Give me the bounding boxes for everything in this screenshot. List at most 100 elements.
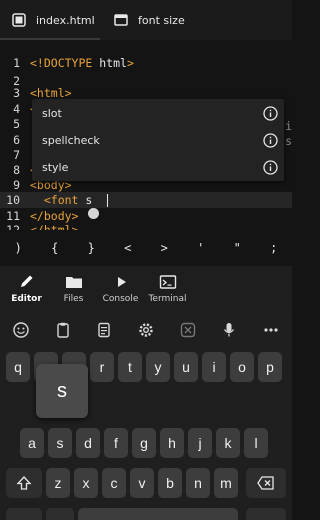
key-v[interactable]: v [130,468,154,498]
key-j[interactable]: j [188,428,212,458]
gear-icon[interactable] [137,321,155,339]
info-icon[interactable] [263,133,278,148]
key-s[interactable]: s [48,428,72,458]
key-h[interactable]: h [160,428,184,458]
line-number: 8 [13,163,20,177]
text-caret [107,194,108,207]
key-l[interactable]: l [244,428,268,458]
line-number: 12 [6,223,20,230]
backspace-key[interactable] [246,468,286,498]
autocomplete-popup: slot spellcheck style [32,99,284,181]
key-preview-popup: s [36,364,88,418]
folder-icon [65,274,83,290]
nav-terminal[interactable]: Terminal [145,266,190,312]
more-icon[interactable] [262,321,280,339]
tab-label: font size [138,13,185,27]
shift-key[interactable] [6,468,42,498]
symbol-key[interactable]: { [40,241,70,255]
code-token: > [126,56,134,70]
line-number: 7 [13,148,20,162]
key-q[interactable]: q [6,352,30,382]
key-n[interactable]: n [186,468,210,498]
tab-index-html[interactable]: index.html [0,0,100,40]
symbol-bar: ) { } < > ' " ; [0,233,292,263]
info-icon[interactable] [263,160,278,175]
emoji-key[interactable] [46,508,74,520]
line-number: 5 [13,117,20,131]
line-number: 6 [13,133,20,147]
tab-bar: index.html font size [0,0,292,40]
key-z[interactable]: z [46,468,70,498]
symbol-key[interactable]: " [222,241,252,255]
line-number: 1 [13,56,20,70]
key-u[interactable]: u [174,352,198,382]
suggestion-item[interactable]: slot [32,100,284,127]
key-m[interactable]: m [214,468,238,498]
key-y[interactable]: y [146,352,170,382]
line-number: 4 [13,102,20,116]
code-token: html [99,56,127,70]
emoji-icon[interactable] [12,321,30,339]
nav-label: Console [102,294,139,304]
symbol-key[interactable]: < [113,241,143,255]
code-line-1: <!DOCTYPE html> [30,56,134,70]
clipped-text: s [285,134,292,148]
tab-font-size[interactable]: font size [100,0,220,40]
key-b[interactable]: b [158,468,182,498]
code-token: <!DOCTYPE [30,56,100,70]
key-f[interactable]: f [104,428,128,458]
tab-label: index.html [36,13,95,27]
suggestion-item[interactable]: style [32,154,284,181]
symbols-key[interactable] [6,508,42,520]
key-i[interactable]: i [202,352,226,382]
info-icon[interactable] [263,106,278,121]
code-line-10: <font s [30,193,92,207]
nav-label: Editor [11,294,42,304]
code-token: s [85,193,93,207]
symbol-key[interactable]: ' [186,241,216,255]
key-d[interactable]: d [76,428,100,458]
key-a[interactable]: a [20,428,44,458]
enter-key[interactable] [246,508,286,520]
microphone-icon[interactable] [220,321,238,339]
line-number: 10 [6,193,20,207]
caret-drag-handle[interactable] [88,208,99,219]
shift-icon [16,476,32,490]
nav-label: Files [63,294,84,304]
backspace-icon [257,476,274,490]
key-r[interactable]: r [90,352,114,382]
suggestion-label: spellcheck [42,134,100,147]
key-p[interactable]: p [258,352,282,382]
key-k[interactable]: k [216,428,240,458]
space-key[interactable] [78,508,238,520]
key-g[interactable]: g [132,428,156,458]
symbol-key[interactable]: } [76,241,106,255]
nav-editor[interactable]: Editor [4,266,49,312]
nav-label: Terminal [148,294,187,304]
suggestion-item[interactable]: spellcheck [32,127,284,154]
key-x[interactable]: x [74,468,98,498]
clipboard-icon[interactable] [54,321,72,339]
line-number: 11 [6,209,20,223]
code-line-12: </html> [30,223,79,230]
symbol-key[interactable]: ; [259,241,289,255]
line-number: 9 [13,178,20,192]
key-t[interactable]: t [118,352,142,382]
browser-preview-icon [114,13,128,27]
code-line-11: </body> [30,209,79,223]
document-icon[interactable] [95,321,113,339]
code-token: <font [30,193,86,207]
nav-console[interactable]: Console [98,266,143,312]
play-icon [112,274,130,290]
bottom-nav: Editor Files Console Terminal [0,266,292,312]
nav-files[interactable]: Files [51,266,96,312]
translate-icon[interactable] [179,321,197,339]
key-o[interactable]: o [230,352,254,382]
symbol-key[interactable]: ) [3,241,33,255]
suggestion-label: style [42,161,69,174]
key-c[interactable]: c [102,468,126,498]
symbol-key[interactable]: > [149,241,179,255]
terminal-icon [159,274,177,290]
code-file-icon [12,13,26,27]
line-number: 3 [13,86,20,100]
